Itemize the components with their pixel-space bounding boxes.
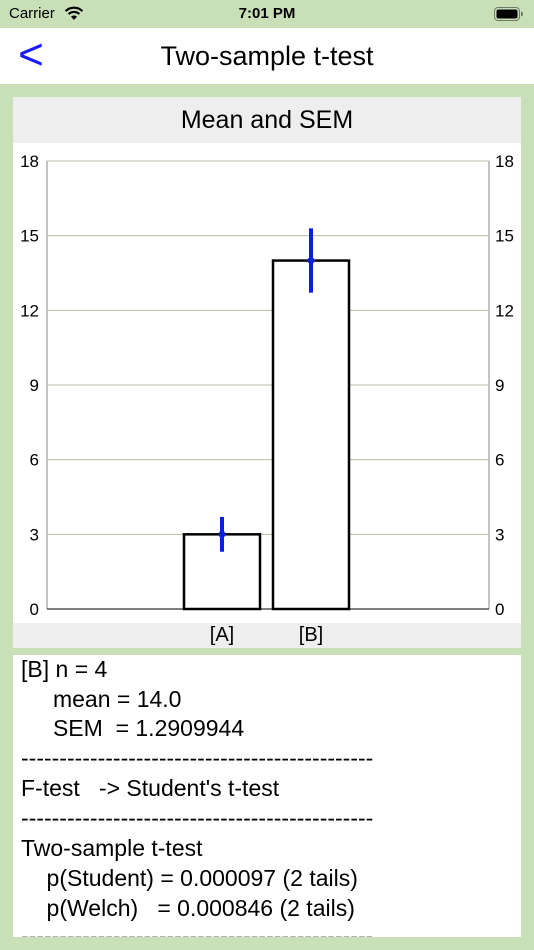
- result-line: [B] n = 4: [21, 656, 108, 682]
- battery-icon: [494, 7, 524, 26]
- y-tick-label-right: 9: [495, 376, 504, 395]
- x-tick-label: [A]: [210, 624, 234, 646]
- results-panel: [B] n = 4 mean = 14.0 SEM = 1.2909944 ---…: [13, 655, 521, 937]
- y-tick-label-right: 6: [495, 451, 504, 470]
- result-line: Two-sample t-test: [21, 835, 203, 861]
- y-tick-label-left: 18: [20, 152, 39, 171]
- result-line: SEM = 1.2909944: [21, 715, 245, 741]
- y-tick-label-right: 15: [495, 227, 514, 246]
- separator-line: ----------------------------------------…: [21, 745, 374, 771]
- status-time: 7:01 PM: [238, 5, 296, 22]
- y-tick-label-right: 0: [495, 600, 504, 619]
- y-tick-label-left: 12: [20, 301, 39, 320]
- y-tick-label-left: 3: [30, 525, 39, 544]
- mean-marker: [218, 530, 226, 538]
- result-line: mean = 14.0: [21, 686, 182, 712]
- y-tick-label-right: 3: [495, 525, 504, 544]
- mean-marker: [307, 257, 315, 265]
- chart-panel: Mean and SEM 0 0 3 3 6 6 9 9 12 12 15 15 18 18 [A] [B]: [13, 97, 521, 648]
- navigation-bar: < Two-sample t-test: [0, 28, 534, 84]
- result-line: p(Welch) = 0.000846 (2 tails): [21, 895, 355, 921]
- y-tick-label-left: 0: [30, 600, 39, 619]
- page-title: Two-sample t-test: [160, 41, 374, 71]
- result-line: F-test -> Student's t-test: [21, 775, 280, 801]
- bar: [271, 259, 351, 611]
- separator-line: ----------------------------------------…: [21, 805, 374, 831]
- x-tick-label: [B]: [299, 624, 323, 646]
- y-tick-label-left: 9: [30, 376, 39, 395]
- y-tick-label-left: 15: [20, 227, 39, 246]
- status-bar: Carrier 7:01 PM: [0, 0, 534, 28]
- y-tick-label-left: 6: [30, 451, 39, 470]
- bar-chart: 0 0 3 3 6 6 9 9 12 12 15 15 18 18 [A] [B]: [20, 152, 514, 646]
- result-line: p(Student) = 0.000097 (2 tails): [21, 865, 358, 891]
- chart-title: Mean and SEM: [180, 106, 354, 134]
- y-tick-label-right: 12: [495, 301, 514, 320]
- separator-line: ----------------------------------------…: [21, 923, 374, 937]
- chart-title-bar: Mean and SEM: [13, 97, 521, 143]
- y-tick-label-right: 18: [495, 152, 514, 171]
